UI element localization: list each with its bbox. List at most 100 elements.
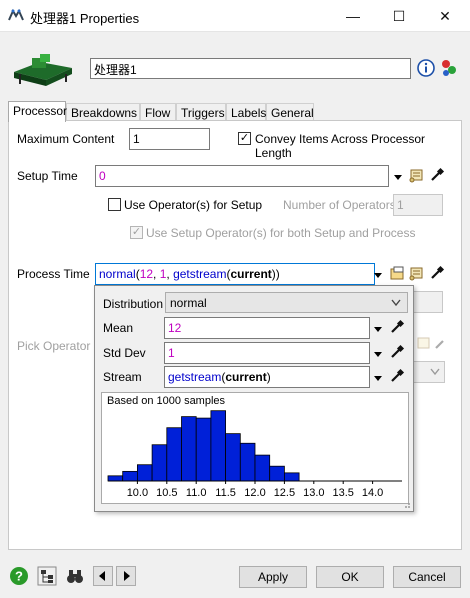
stream-input[interactable]: getstream(current): [164, 366, 370, 388]
title-bar: 处理器1 Properties — ☐ ✕: [0, 0, 470, 32]
setup-time-dropdown-icon[interactable]: [393, 172, 403, 182]
stream-eyedropper-icon[interactable]: [389, 368, 405, 384]
hidden-field-right: [409, 291, 443, 313]
convey-items-label: Convey Items Across Processor Length: [255, 132, 426, 160]
histogram-bar: [195, 417, 212, 482]
template-icon[interactable]: [389, 265, 405, 281]
histogram-tick-label: 10.0: [127, 487, 148, 499]
histogram-bar: [137, 464, 153, 482]
distribution-value: normal: [170, 296, 207, 310]
histogram-bar: [166, 427, 182, 482]
stddev-label: Std Dev: [103, 346, 146, 360]
mean-label: Mean: [103, 321, 134, 335]
pick-combo-right[interactable]: [409, 361, 445, 383]
pick-eyedropper-icon[interactable]: [433, 335, 449, 351]
histogram-tick-label: 12.5: [274, 487, 295, 499]
number-of-operators-input[interactable]: 1: [393, 194, 443, 216]
arrow-left-icon: [99, 571, 105, 581]
use-operator-setup-checkbox[interactable]: [108, 198, 121, 211]
find-button[interactable]: [65, 566, 85, 586]
tab-labels[interactable]: Labels: [226, 103, 266, 121]
properties-gear-icon[interactable]: [440, 58, 458, 78]
use-setup-operator-label: Use Setup Operator(s) for both Setup and…: [146, 226, 416, 240]
next-button[interactable]: [116, 566, 136, 586]
process-time-input[interactable]: normal(12, 1, getstream(current)): [95, 263, 375, 285]
histogram-tick-label: 10.5: [156, 487, 177, 499]
stddev-eyedropper-icon[interactable]: [389, 344, 405, 360]
setup-time-label: Setup Time: [17, 169, 78, 183]
histogram-bar: [254, 454, 271, 482]
histogram-svg: 10.0 10.5 11.0 11.5 12.0 12.5 13.0 13.5 14.0: [107, 410, 402, 499]
resize-grip-icon[interactable]: [403, 501, 411, 509]
tab-triggers[interactable]: Triggers: [176, 103, 226, 121]
histogram-tick-label: 14.0: [362, 487, 383, 499]
process-time-label: Process Time: [17, 267, 90, 281]
histogram-tick-label: 13.0: [303, 487, 324, 499]
binoculars-icon: [67, 570, 83, 583]
cancel-button[interactable]: Cancel: [393, 566, 461, 588]
window-title: 处理器1 Properties: [30, 11, 140, 26]
tab-processor[interactable]: Processor: [8, 101, 67, 122]
apply-button[interactable]: Apply: [239, 566, 307, 588]
max-content-input[interactable]: 1: [129, 128, 210, 150]
process-time-dropdown-icon[interactable]: [373, 270, 383, 280]
histogram-bar: [239, 442, 256, 482]
script-edit-icon[interactable]: [409, 167, 425, 183]
app-logo-icon: [8, 8, 24, 21]
info-icon[interactable]: [417, 59, 435, 77]
mean-input[interactable]: 12: [164, 317, 370, 339]
histogram-chart: Based on 1000 samples 10.0 10.5 11.0 11.5 12…: [101, 392, 409, 504]
histogram-bar: [107, 475, 124, 482]
tree-view-button[interactable]: [37, 566, 57, 586]
histogram-tick-label: 11.0: [186, 487, 207, 499]
convey-items-checkbox[interactable]: ✓: [238, 132, 251, 145]
object-name-input[interactable]: 处理器1: [90, 58, 411, 79]
mean-dropdown-icon[interactable]: [373, 324, 383, 334]
processor-3d-icon: [14, 54, 72, 86]
arrow-right-icon: [124, 571, 130, 581]
setup-time-value: 0: [99, 169, 106, 183]
stream-label: Stream: [103, 370, 142, 384]
use-operator-setup-label: Use Operator(s) for Setup: [124, 198, 263, 212]
histogram-bar: [181, 416, 197, 482]
histogram-tick-label: 11.5: [215, 487, 236, 499]
svg-text:?: ?: [15, 569, 23, 584]
histogram-bar: [225, 433, 241, 482]
number-of-operators-label: Number of Operators: [283, 198, 396, 212]
help-button[interactable]: ?: [9, 566, 29, 586]
max-content-label: Maximum Content: [17, 132, 115, 146]
histogram-tick-label: 12.0: [244, 487, 265, 499]
histogram-bar: [210, 410, 227, 482]
maximize-button[interactable]: ☐: [376, 0, 422, 32]
ok-button[interactable]: OK: [316, 566, 384, 588]
chevron-down-icon: [430, 368, 440, 376]
tab-breakdowns[interactable]: Breakdowns: [66, 103, 140, 121]
minimize-button[interactable]: —: [330, 0, 376, 32]
histogram-bar: [283, 472, 300, 482]
pick-script-edit-icon[interactable]: [416, 335, 432, 351]
help-icon: ?: [10, 567, 28, 585]
process-eyedropper-icon[interactable]: [429, 265, 445, 281]
stream-dropdown-icon[interactable]: [373, 373, 383, 383]
tree-icon: [37, 566, 57, 586]
setup-time-input[interactable]: 0: [95, 165, 389, 187]
histogram-bar: [269, 465, 285, 482]
tab-flow[interactable]: Flow: [140, 103, 176, 121]
mean-eyedropper-icon[interactable]: [389, 319, 405, 335]
close-button[interactable]: ✕: [422, 0, 468, 32]
process-script-edit-icon[interactable]: [409, 265, 425, 281]
histogram-bar: [122, 470, 138, 482]
distribution-select[interactable]: normal: [165, 292, 408, 313]
previous-button[interactable]: [93, 566, 113, 586]
histogram-tick-label: 13.5: [332, 487, 353, 499]
pick-operator-label: Pick Operator: [17, 339, 91, 353]
eyedropper-icon[interactable]: [429, 167, 445, 183]
stddev-input[interactable]: 1: [164, 342, 370, 364]
histogram-bar: [151, 444, 168, 482]
distribution-popup: Distribution normal Mean 12 Std Dev 1 St…: [94, 285, 414, 512]
stddev-dropdown-icon[interactable]: [373, 349, 383, 359]
chevron-down-icon: [391, 299, 401, 307]
distribution-label: Distribution: [103, 297, 164, 311]
use-setup-operator-checkbox[interactable]: ✓: [130, 226, 143, 239]
tab-general[interactable]: General: [266, 103, 314, 121]
